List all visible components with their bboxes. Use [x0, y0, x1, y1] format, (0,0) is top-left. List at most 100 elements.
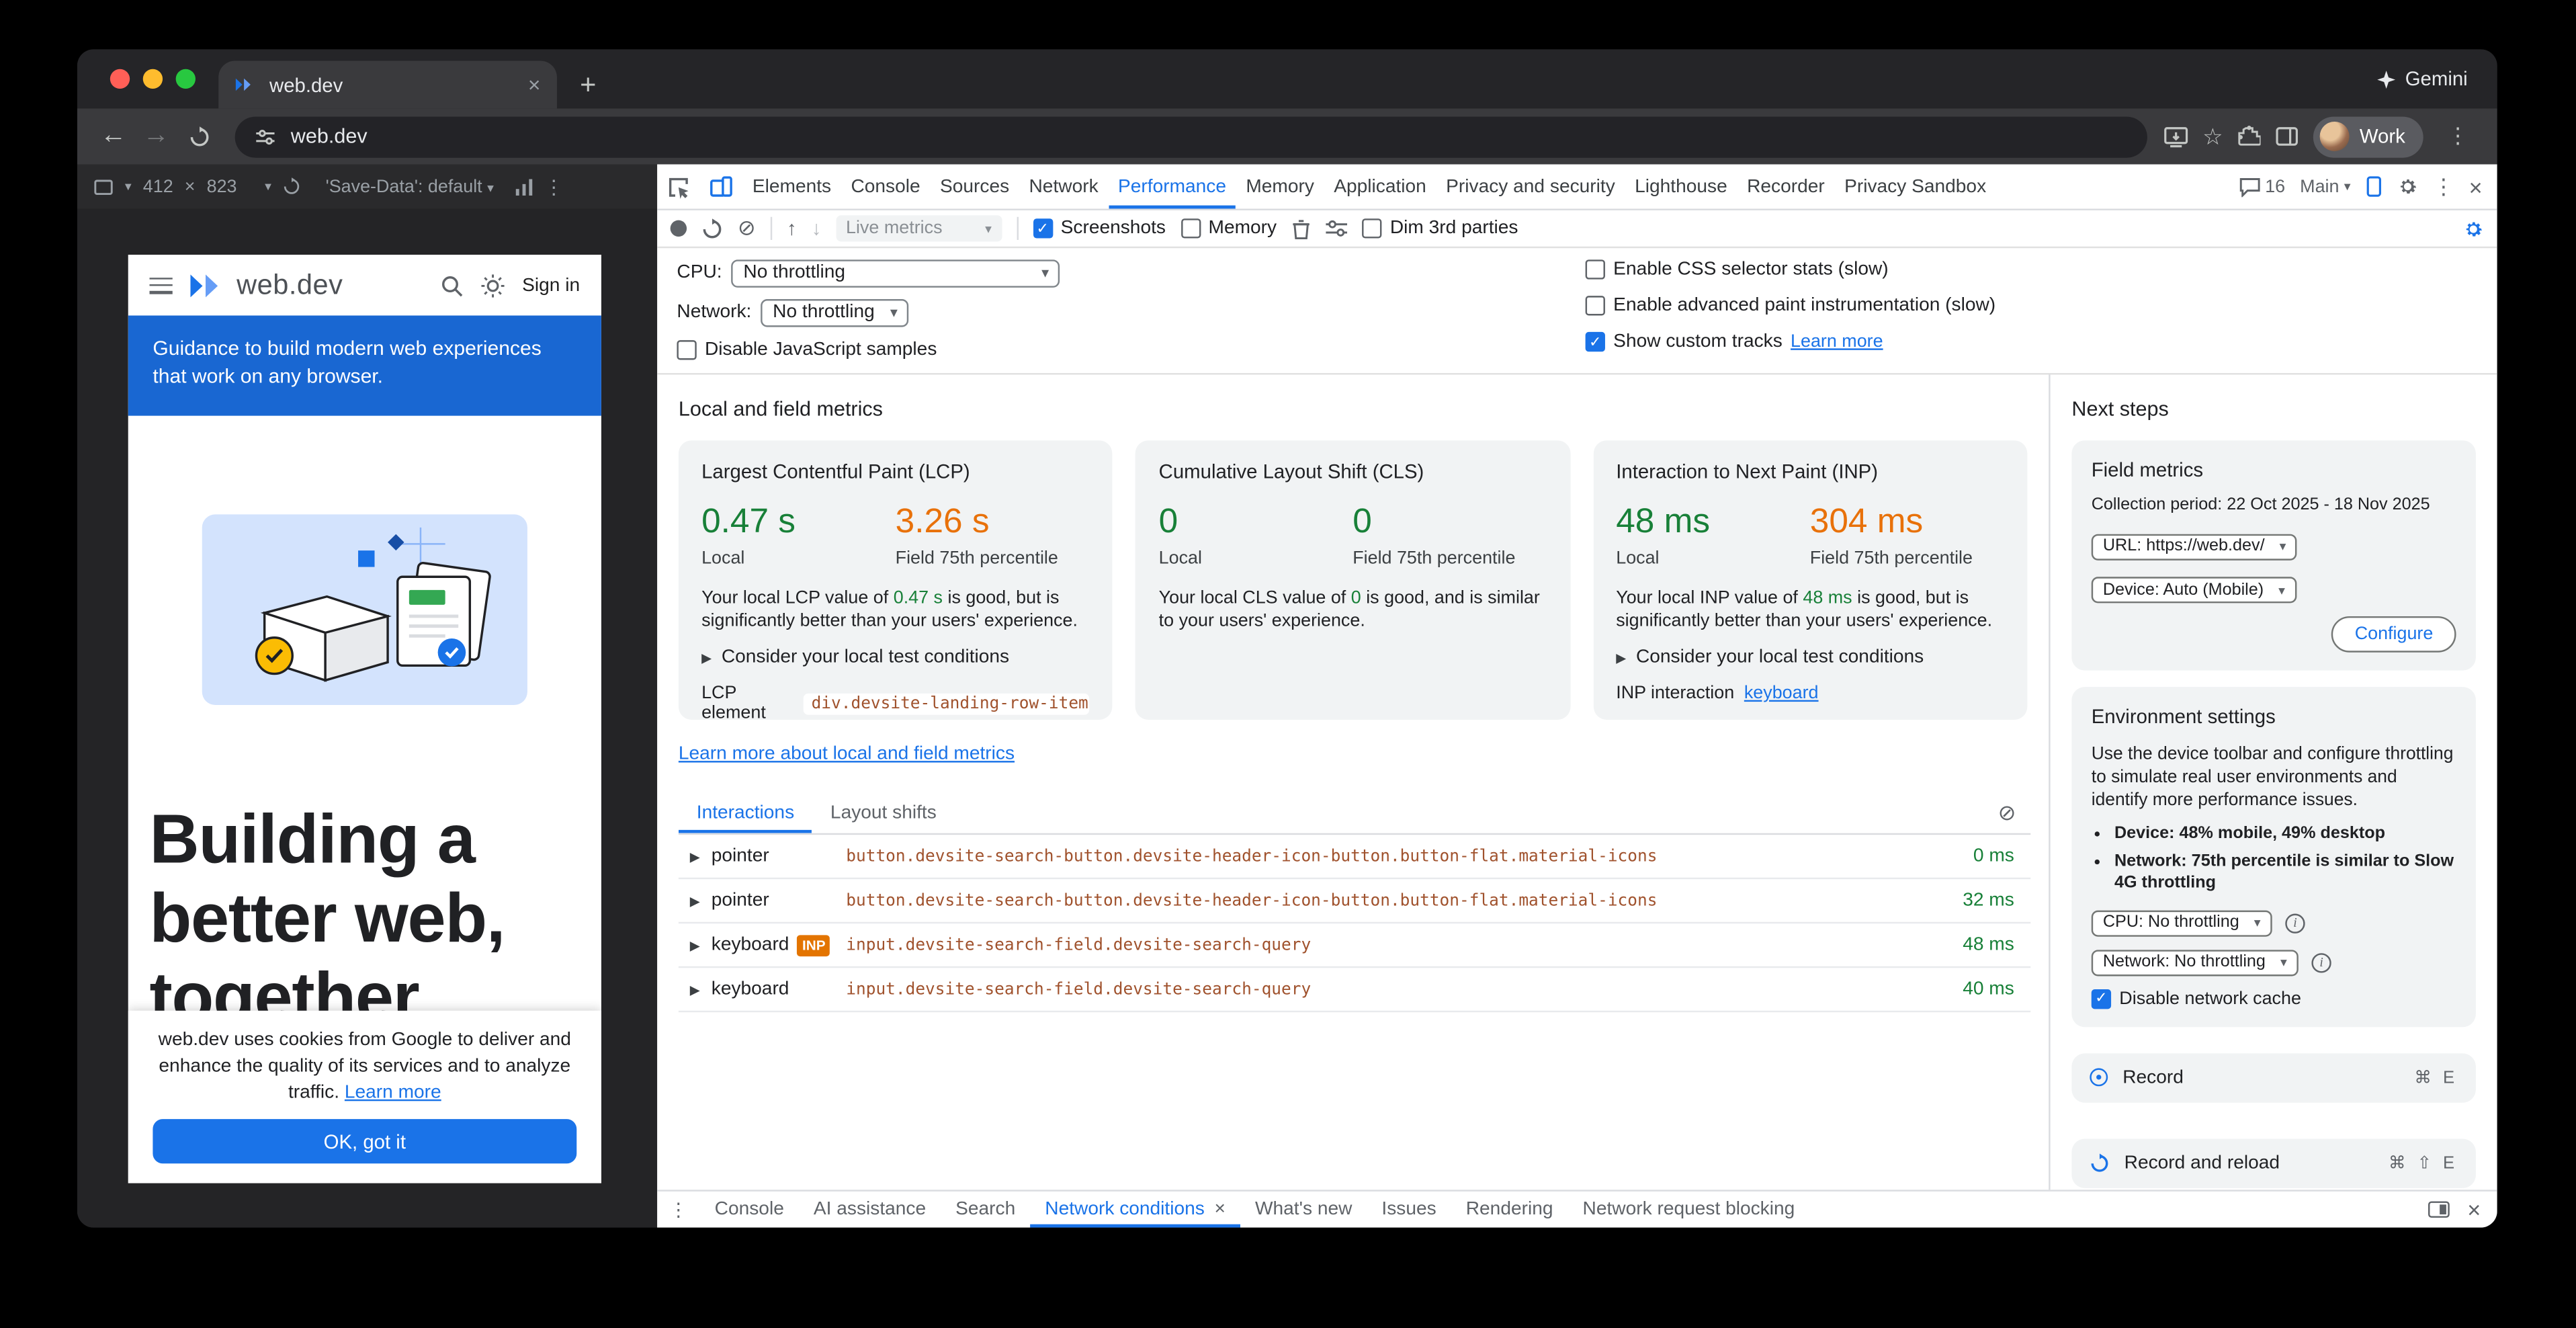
rotate-icon[interactable] — [283, 177, 301, 196]
env-network-select[interactable]: Network: No throttling▾ — [2092, 949, 2299, 975]
record-icon[interactable] — [671, 220, 687, 237]
drawer-tab-close-icon[interactable]: × — [1214, 1200, 1225, 1219]
record-button[interactable]: Record ⌘ E — [2071, 1052, 2476, 1102]
settings-gear-icon[interactable] — [2397, 176, 2418, 198]
event-target-link[interactable]: button.devsite-search-button.devsite-hea… — [846, 892, 1912, 910]
device-toolbar-toggle-icon[interactable] — [700, 165, 743, 209]
drawer-menu-icon[interactable]: ⋮ — [657, 1192, 700, 1228]
tab-application[interactable]: Application — [1324, 165, 1436, 209]
url-bar[interactable]: web.dev — [235, 116, 2147, 157]
env-cpu-select[interactable]: CPU: No throttling▾ — [2092, 909, 2272, 936]
configure-button[interactable]: Configure — [2331, 616, 2456, 653]
inspect-element-icon[interactable] — [657, 165, 700, 209]
tab-lighthouse[interactable]: Lighthouse — [1625, 165, 1737, 209]
tab-console[interactable]: Console — [841, 165, 931, 209]
cpu-throttle-select[interactable]: No throttling ▾ — [732, 259, 1060, 287]
cpu-info-icon[interactable]: i — [2285, 913, 2305, 932]
drawer-close-icon[interactable]: × — [2467, 1196, 2481, 1222]
cookie-accept-button[interactable]: OK, got it — [153, 1119, 576, 1163]
extensions-icon[interactable] — [2238, 125, 2261, 148]
js-context-select[interactable]: Main▾ — [2300, 177, 2350, 196]
device-toolbar-menu-icon[interactable]: ⋮ — [544, 175, 564, 198]
browser-menu-icon[interactable]: ⋮ — [2438, 117, 2478, 157]
tab-privacy-sandbox[interactable]: Privacy Sandbox — [1834, 165, 1995, 209]
drawer-tab-console[interactable]: Console — [700, 1192, 799, 1228]
drawer-tab-ai-assistance[interactable]: AI assistance — [799, 1192, 941, 1228]
disclosure-triangle-icon[interactable]: ▶ — [679, 938, 712, 952]
screenshots-checkbox[interactable]: Screenshots — [1033, 218, 1166, 238]
event-target-link[interactable]: input.devsite-search-field.devsite-searc… — [846, 936, 1912, 954]
disclosure-triangle-icon[interactable]: ▶ — [679, 982, 712, 997]
throttle-sliders-icon[interactable] — [1326, 218, 1347, 238]
close-window-button[interactable] — [110, 69, 130, 89]
history-select[interactable]: Live metrics ▾ — [836, 215, 1001, 241]
disclosure-triangle-icon[interactable]: ▶ — [679, 849, 712, 864]
new-tab-button[interactable]: + — [557, 69, 597, 109]
save-profile-icon[interactable]: ↓ — [812, 217, 822, 240]
gemini-label[interactable]: Gemini — [2377, 49, 2468, 108]
log-row[interactable]: ▶ keyboardINP input.devsite-search-field… — [679, 923, 2030, 968]
issues-counter[interactable]: 16 — [2239, 177, 2285, 196]
collect-garbage-icon[interactable] — [1291, 218, 1311, 239]
bookmark-star-icon[interactable]: ☆ — [2202, 122, 2223, 151]
hamburger-menu-icon[interactable] — [150, 277, 173, 293]
viewport-width[interactable]: 412 — [143, 177, 173, 196]
tab-recorder[interactable]: Recorder — [1737, 165, 1834, 209]
network-throttle-icon[interactable] — [515, 178, 533, 194]
forward-icon[interactable]: → — [136, 117, 176, 157]
viewport-height[interactable]: 823 — [207, 177, 237, 196]
search-icon[interactable] — [440, 274, 463, 296]
back-icon[interactable]: ← — [93, 117, 133, 157]
site-logo[interactable]: web.dev — [189, 269, 343, 302]
log-row[interactable]: ▶ pointer button.devsite-search-button.d… — [679, 835, 2030, 879]
tab-memory[interactable]: Memory — [1236, 165, 1324, 209]
css-selector-stats-checkbox[interactable]: Enable CSS selector stats (slow) — [1586, 259, 1996, 279]
tab-layout-shifts[interactable]: Layout shifts — [812, 792, 955, 833]
custom-tracks-learn-more-link[interactable]: Learn more — [1791, 332, 1883, 351]
caret-down-icon[interactable]: ▾ — [125, 179, 132, 194]
network-throttle-select[interactable]: No throttling ▾ — [761, 298, 909, 327]
devtools-menu-icon[interactable]: ⋮ — [2433, 173, 2454, 200]
side-panel-icon[interactable] — [2276, 126, 2299, 146]
clear-icon[interactable]: ⊘ — [738, 215, 756, 241]
drawer-tab-network-request-blocking[interactable]: Network request blocking — [1568, 1192, 1810, 1228]
disable-network-cache-checkbox[interactable]: Disable network cache — [2092, 989, 2456, 1008]
disable-js-samples-checkbox[interactable]: Disable JavaScript samples — [677, 340, 2477, 360]
inp-interaction-link[interactable]: keyboard — [1744, 683, 1819, 703]
dim-3rd-parties-checkbox[interactable]: Dim 3rd parties — [1362, 218, 1518, 238]
maximize-window-button[interactable] — [176, 69, 196, 89]
lcp-element-link[interactable]: div.devsite-landing-row-item-d… — [803, 693, 1090, 714]
dock-side-icon[interactable] — [2428, 1201, 2450, 1217]
load-profile-icon[interactable]: ↑ — [787, 217, 797, 240]
tab-sources[interactable]: Sources — [930, 165, 1019, 209]
browser-tab[interactable]: web.dev × — [218, 60, 557, 108]
event-target-link[interactable]: button.devsite-search-button.devsite-hea… — [846, 847, 1912, 866]
save-data-select[interactable]: 'Save-Data': default ▾ — [326, 177, 494, 196]
tab-performance[interactable]: Performance — [1108, 165, 1236, 209]
drawer-tab-whats-new[interactable]: What's new — [1240, 1192, 1367, 1228]
tab-close-icon[interactable]: × — [528, 73, 541, 97]
minimize-window-button[interactable] — [143, 69, 163, 89]
install-icon[interactable] — [2163, 126, 2188, 147]
site-settings-icon[interactable] — [255, 126, 276, 147]
disclosure-triangle-icon[interactable]: ▶ — [679, 893, 712, 908]
inp-consider-disclosure[interactable]: ▶ Consider your local test conditions — [1616, 647, 2004, 667]
tab-privacy-security[interactable]: Privacy and security — [1436, 165, 1625, 209]
drawer-tab-issues[interactable]: Issues — [1367, 1192, 1451, 1228]
tab-network[interactable]: Network — [1019, 165, 1108, 209]
metrics-learn-more-link[interactable]: Learn more about local and field metrics — [679, 745, 1015, 764]
record-and-reload-icon[interactable] — [701, 218, 723, 239]
field-device-select[interactable]: Device: Auto (Mobile)▾ — [2092, 577, 2296, 603]
device-select-icon[interactable] — [93, 178, 113, 194]
record-and-reload-button[interactable]: Record and reload ⌘ ⇧ E — [2071, 1138, 2476, 1187]
promo-banner[interactable]: Guidance to build modern web experiences… — [128, 315, 601, 415]
profile-button[interactable]: Work — [2313, 116, 2423, 157]
log-row[interactable]: ▶ pointer button.devsite-search-button.d… — [679, 879, 2030, 923]
device-toolbar-link[interactable]: device toolbar — [2157, 745, 2268, 764]
paint-instrumentation-checkbox[interactable]: Enable advanced paint instrumentation (s… — [1586, 296, 1996, 315]
tab-interactions[interactable]: Interactions — [679, 792, 812, 833]
drawer-tab-search[interactable]: Search — [941, 1192, 1030, 1228]
field-url-select[interactable]: URL: https://web.dev/▾ — [2092, 533, 2298, 559]
network-info-icon[interactable]: i — [2311, 952, 2331, 972]
theme-toggle-icon[interactable] — [481, 274, 504, 296]
